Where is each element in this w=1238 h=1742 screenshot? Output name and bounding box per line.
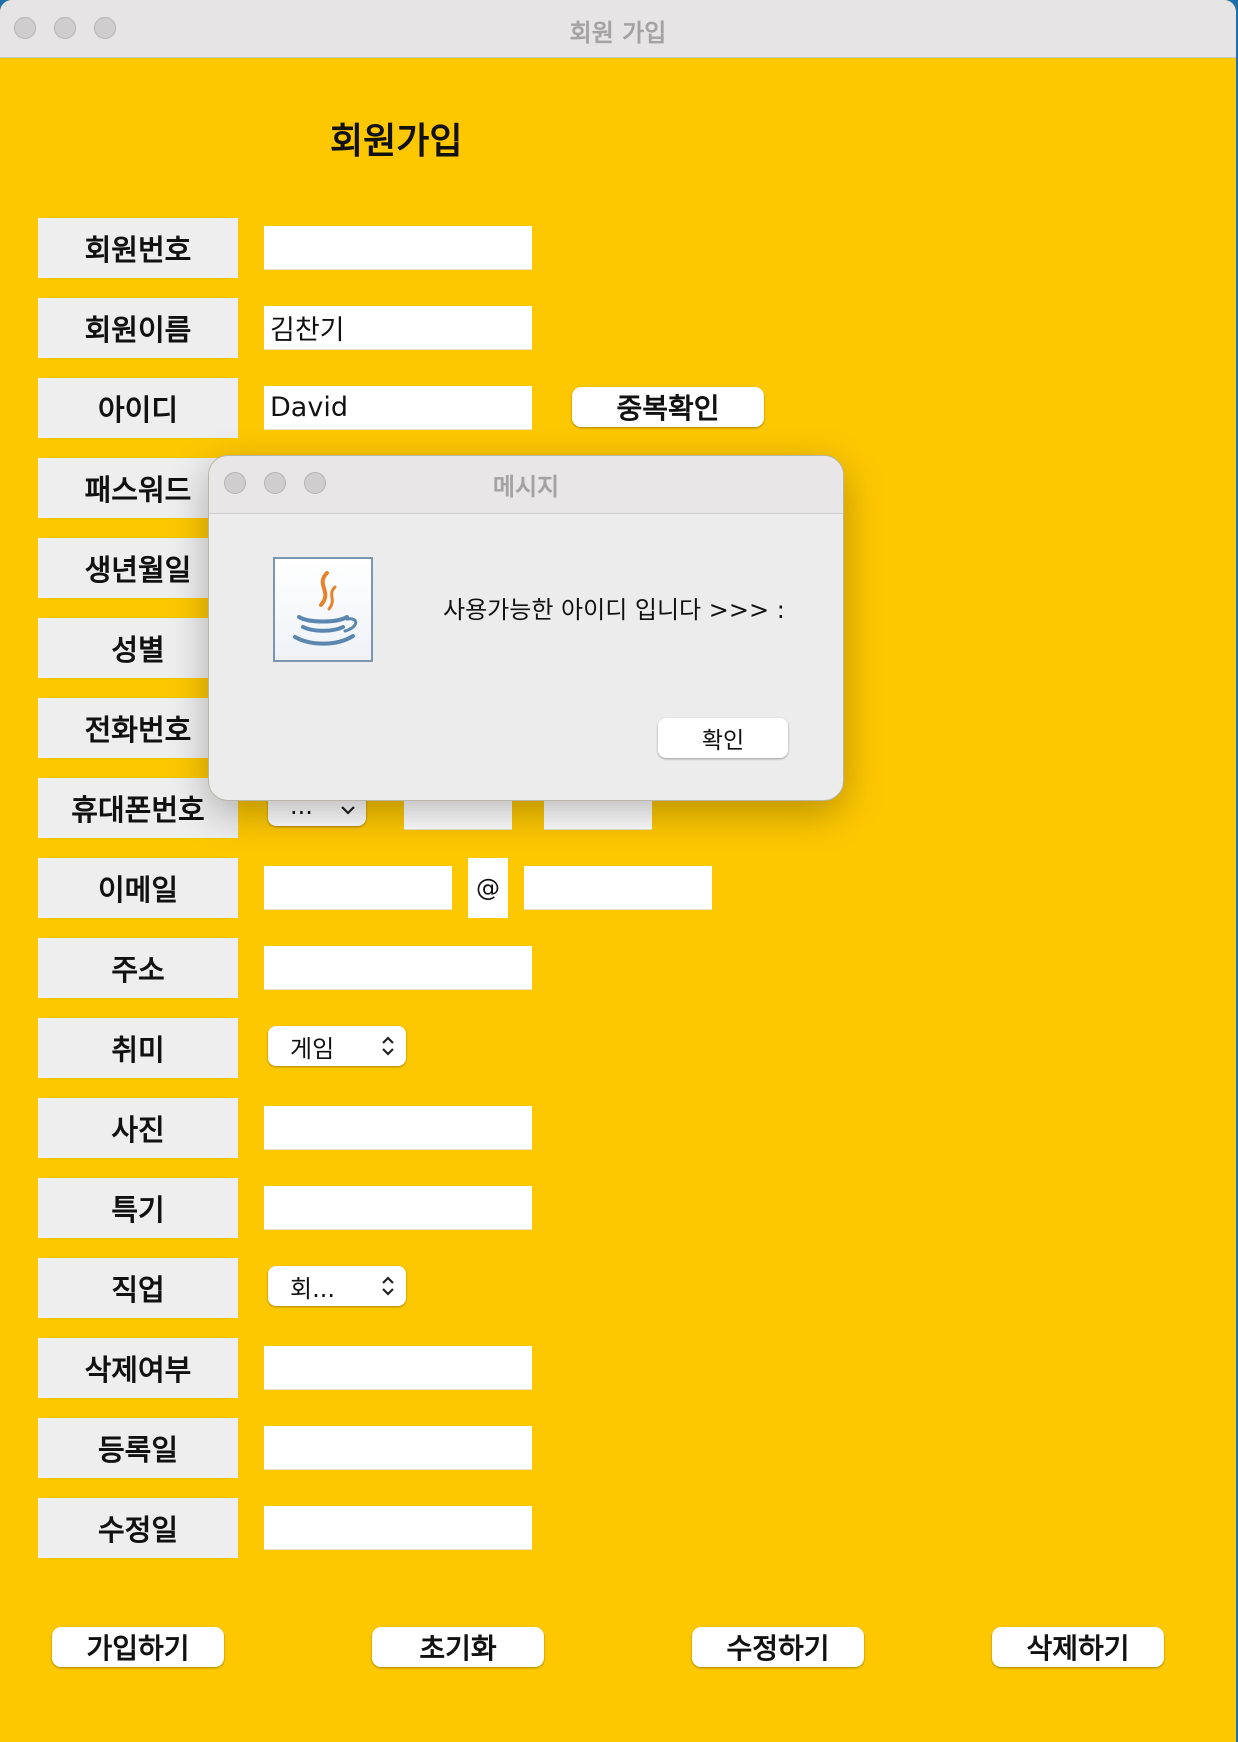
delete-button[interactable]: 삭제하기 <box>992 1627 1164 1667</box>
deleted-field[interactable] <box>264 1346 532 1390</box>
label-email: 이메일 <box>38 858 238 918</box>
signup-window: 회원 가입 회원가입 회원번호 회원이름 김찬기 아이디 David 중복확인 … <box>0 0 1236 1742</box>
label-deleted: 삭제여부 <box>38 1338 238 1398</box>
dialog-ok-button[interactable]: 확인 <box>658 718 788 758</box>
job-select-value: 회... <box>290 1274 335 1303</box>
mod-date-field[interactable] <box>264 1506 532 1550</box>
label-member-no: 회원번호 <box>38 218 238 278</box>
form-heading: 회원가입 <box>330 121 463 162</box>
dialog-titlebar: 메시지 <box>209 456 843 514</box>
address-field[interactable] <box>264 946 532 990</box>
email-user-field[interactable] <box>264 866 452 910</box>
label-user-id: 아이디 <box>38 378 238 438</box>
updown-chevron-icon <box>382 1276 394 1296</box>
updown-chevron-icon <box>382 1036 394 1056</box>
label-reg-date: 등록일 <box>38 1418 238 1478</box>
chevron-down-icon <box>341 806 355 815</box>
hobby-select-value: 게임 <box>290 1034 335 1063</box>
member-name-field[interactable]: 김찬기 <box>264 306 532 350</box>
member-no-field[interactable] <box>264 226 532 270</box>
email-at-sign: @ <box>468 858 508 918</box>
user-id-field[interactable]: David <box>264 386 532 430</box>
hobby-select[interactable]: 게임 <box>268 1026 406 1066</box>
reset-button[interactable]: 초기화 <box>372 1627 544 1667</box>
label-hobby: 취미 <box>38 1018 238 1078</box>
label-photo: 사진 <box>38 1098 238 1158</box>
talent-field[interactable] <box>264 1186 532 1230</box>
message-dialog: 메시지 사용가능한 아이디 입니다 >>> : 확인 <box>208 455 844 801</box>
email-domain-field[interactable] <box>524 866 712 910</box>
photo-field[interactable] <box>264 1106 532 1150</box>
label-mod-date: 수정일 <box>38 1498 238 1558</box>
label-talent: 특기 <box>38 1178 238 1238</box>
dialog-title: 메시지 <box>492 473 560 501</box>
reg-date-field[interactable] <box>264 1426 532 1470</box>
label-job: 직업 <box>38 1258 238 1318</box>
window-titlebar: 회원 가입 <box>0 0 1236 58</box>
label-address: 주소 <box>38 938 238 998</box>
window-title: 회원 가입 <box>569 19 667 47</box>
join-button[interactable]: 가입하기 <box>52 1627 224 1667</box>
edit-button[interactable]: 수정하기 <box>692 1627 864 1667</box>
java-icon <box>273 557 373 662</box>
job-select[interactable]: 회... <box>268 1266 406 1306</box>
dialog-message: 사용가능한 아이디 입니다 >>> : <box>443 596 785 624</box>
dup-check-button[interactable]: 중복확인 <box>572 387 764 427</box>
label-member-name: 회원이름 <box>38 298 238 358</box>
